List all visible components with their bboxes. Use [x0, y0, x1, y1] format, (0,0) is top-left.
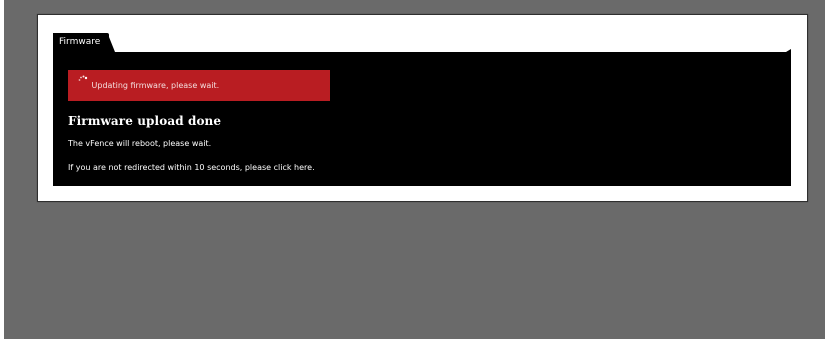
update-status-alert: Updating firmware, please wait.	[68, 70, 330, 101]
redirect-message: If you are not redirected within 10 seco…	[68, 163, 315, 172]
tab-firmware-label: Firmware	[59, 37, 101, 47]
redirect-prefix: If you are not redirected within 10 seco…	[68, 163, 274, 172]
alert-message: Updating firmware, please wait.	[91, 81, 220, 90]
firmware-content: Updating firmware, please wait. Firmware…	[53, 49, 791, 186]
reboot-message: The vFence will reboot, please wait.	[68, 139, 212, 148]
redirect-suffix: .	[312, 163, 315, 172]
tab-firmware[interactable]: Firmware	[53, 33, 116, 52]
click-here-link[interactable]: click here	[274, 163, 312, 172]
spinner-icon	[78, 75, 88, 89]
firmware-panel: Firmware Updating firmware, please wait.…	[37, 14, 808, 202]
page-title: Firmware upload done	[68, 114, 222, 128]
